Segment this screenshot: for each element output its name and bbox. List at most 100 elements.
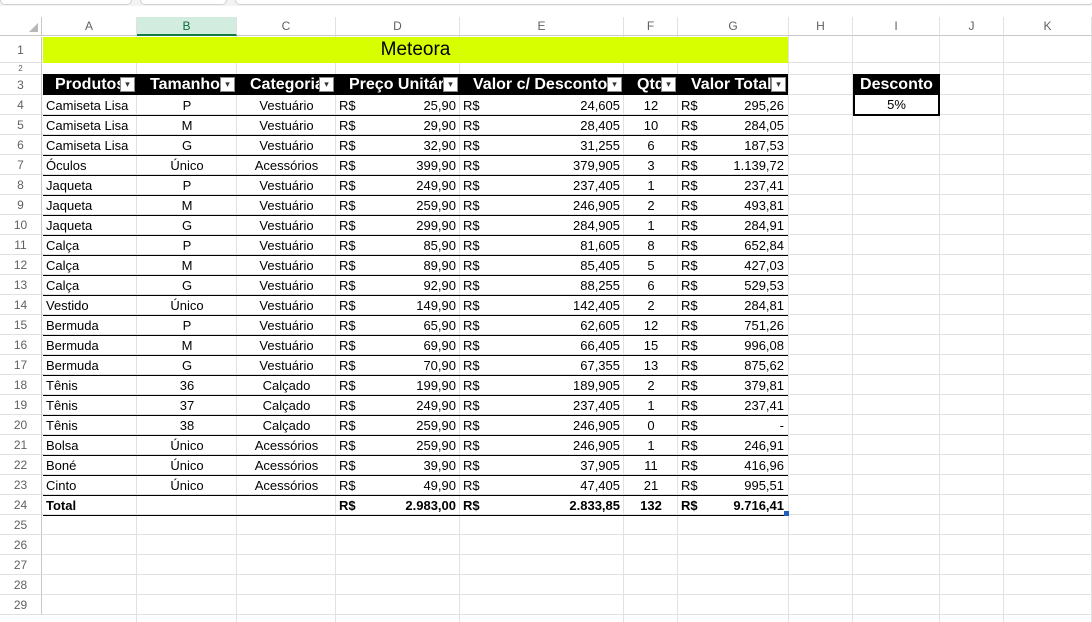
desconto-cell[interactable]: 237,405 <box>460 396 624 415</box>
produto-cell[interactable]: Boné <box>43 456 137 475</box>
qtd-cell[interactable]: 2 <box>624 376 678 395</box>
sheet-title[interactable]: Meteora <box>43 37 788 63</box>
row-header-1[interactable]: 1 <box>0 37 42 63</box>
qtd-cell[interactable]: 11 <box>624 456 678 475</box>
qtd-cell[interactable]: 1 <box>624 436 678 455</box>
produto-cell[interactable]: Calça <box>43 236 137 255</box>
produto-cell[interactable]: Calça <box>43 276 137 295</box>
row-header-16[interactable]: 16 <box>0 335 42 355</box>
row-header-10[interactable]: 10 <box>0 215 42 235</box>
tamanho-cell[interactable]: M <box>137 336 237 355</box>
filter-dropdown-icon[interactable]: ▾ <box>661 77 676 92</box>
column-title-2[interactable]: Categoria ▾ <box>237 74 336 95</box>
desconto-cell[interactable]: 28,405 <box>460 116 624 135</box>
valor-total-cell[interactable]: 652,84 <box>678 236 788 255</box>
row-header-9[interactable]: 9 <box>0 195 42 215</box>
row-header-21[interactable]: 21 <box>0 435 42 455</box>
desconto-cell[interactable]: 37,905 <box>460 456 624 475</box>
discount-label[interactable]: Desconto <box>853 74 940 95</box>
row-header-12[interactable]: 12 <box>0 255 42 275</box>
column-header-i[interactable]: I <box>853 17 940 36</box>
filter-dropdown-icon[interactable]: ▾ <box>120 77 135 92</box>
preco-cell[interactable]: 70,90 <box>336 356 460 375</box>
preco-cell[interactable]: 149,90 <box>336 296 460 315</box>
qtd-cell[interactable]: 12 <box>624 96 678 115</box>
valor-total-cell[interactable]: 9.716,41 <box>678 496 788 515</box>
valor-total-cell[interactable]: 284,05 <box>678 116 788 135</box>
desconto-cell[interactable]: 189,905 <box>460 376 624 395</box>
row-header-7[interactable]: 7 <box>0 155 42 175</box>
valor-total-cell[interactable]: 875,62 <box>678 356 788 375</box>
column-title-5[interactable]: Qtd ▾ <box>624 74 678 95</box>
produto-cell[interactable]: Bermuda <box>43 336 137 355</box>
row-header-13[interactable]: 13 <box>0 275 42 295</box>
column-title-3[interactable]: Preço Unitário ▾ <box>336 74 460 95</box>
qtd-cell[interactable]: 6 <box>624 276 678 295</box>
row-header-22[interactable]: 22 <box>0 455 42 475</box>
desconto-cell[interactable]: 237,405 <box>460 176 624 195</box>
qtd-cell[interactable]: 6 <box>624 136 678 155</box>
categoria-cell[interactable]: Acessórios <box>237 456 336 475</box>
row-header-23[interactable]: 23 <box>0 475 42 495</box>
filter-dropdown-icon[interactable]: ▾ <box>319 77 334 92</box>
produto-cell[interactable]: Bermuda <box>43 316 137 335</box>
row-header-26[interactable]: 26 <box>0 535 42 555</box>
produto-cell[interactable]: Jaqueta <box>43 216 137 235</box>
produto-cell[interactable]: Tênis <box>43 416 137 435</box>
discount-value[interactable]: 5% <box>853 95 940 116</box>
row-header-24[interactable]: 24 <box>0 495 42 515</box>
fill-handle[interactable] <box>784 511 789 516</box>
qtd-cell[interactable]: 132 <box>624 496 678 515</box>
preco-cell[interactable]: 92,90 <box>336 276 460 295</box>
valor-total-cell[interactable]: 416,96 <box>678 456 788 475</box>
preco-cell[interactable]: 259,90 <box>336 436 460 455</box>
valor-total-cell[interactable]: 996,08 <box>678 336 788 355</box>
valor-total-cell[interactable]: 187,53 <box>678 136 788 155</box>
preco-cell[interactable]: 32,90 <box>336 136 460 155</box>
categoria-cell[interactable]: Calçado <box>237 396 336 415</box>
tamanho-cell[interactable]: 38 <box>137 416 237 435</box>
preco-cell[interactable]: 199,90 <box>336 376 460 395</box>
produto-cell[interactable]: Cinto <box>43 476 137 495</box>
preco-cell[interactable]: 259,90 <box>336 196 460 215</box>
column-header-k[interactable]: K <box>1004 17 1092 36</box>
categoria-cell[interactable]: Vestuário <box>237 276 336 295</box>
total-label[interactable]: Total <box>43 496 137 515</box>
categoria-cell[interactable]: Acessórios <box>237 156 336 175</box>
tamanho-cell[interactable]: G <box>137 276 237 295</box>
tamanho-cell[interactable]: 37 <box>137 396 237 415</box>
desconto-cell[interactable]: 24,605 <box>460 96 624 115</box>
qtd-cell[interactable]: 5 <box>624 256 678 275</box>
desconto-cell[interactable]: 62,605 <box>460 316 624 335</box>
produto-cell[interactable]: Jaqueta <box>43 196 137 215</box>
valor-total-cell[interactable]: 284,91 <box>678 216 788 235</box>
valor-total-cell[interactable]: 529,53 <box>678 276 788 295</box>
desconto-cell[interactable]: 246,905 <box>460 436 624 455</box>
row-header-17[interactable]: 17 <box>0 355 42 375</box>
tamanho-cell[interactable]: 36 <box>137 376 237 395</box>
preco-cell[interactable]: 399,90 <box>336 156 460 175</box>
desconto-cell[interactable]: 31,255 <box>460 136 624 155</box>
desconto-cell[interactable]: 67,355 <box>460 356 624 375</box>
preco-cell[interactable]: 2.983,00 <box>336 496 460 515</box>
preco-cell[interactable]: 69,90 <box>336 336 460 355</box>
qtd-cell[interactable]: 1 <box>624 396 678 415</box>
row-header-8[interactable]: 8 <box>0 175 42 195</box>
categoria-cell[interactable]: Acessórios <box>237 476 336 495</box>
column-title-1[interactable]: Tamanho ▾ <box>137 74 237 95</box>
tamanho-cell[interactable]: G <box>137 216 237 235</box>
categoria-cell[interactable]: Vestuário <box>237 176 336 195</box>
preco-cell[interactable]: 299,90 <box>336 216 460 235</box>
categoria-cell[interactable]: Acessórios <box>237 436 336 455</box>
preco-cell[interactable]: 249,90 <box>336 396 460 415</box>
categoria-cell[interactable]: Vestuário <box>237 216 336 235</box>
qtd-cell[interactable]: 13 <box>624 356 678 375</box>
tamanho-cell[interactable]: M <box>137 256 237 275</box>
valor-total-cell[interactable]: 284,81 <box>678 296 788 315</box>
qtd-cell[interactable]: 21 <box>624 476 678 495</box>
column-title-6[interactable]: Valor Total ▾ <box>678 74 788 95</box>
column-title-4[interactable]: Valor c/ Desconto ▾ <box>460 74 624 95</box>
column-header-d[interactable]: D <box>336 17 460 36</box>
row-header-14[interactable]: 14 <box>0 295 42 315</box>
categoria-cell[interactable]: Vestuário <box>237 236 336 255</box>
